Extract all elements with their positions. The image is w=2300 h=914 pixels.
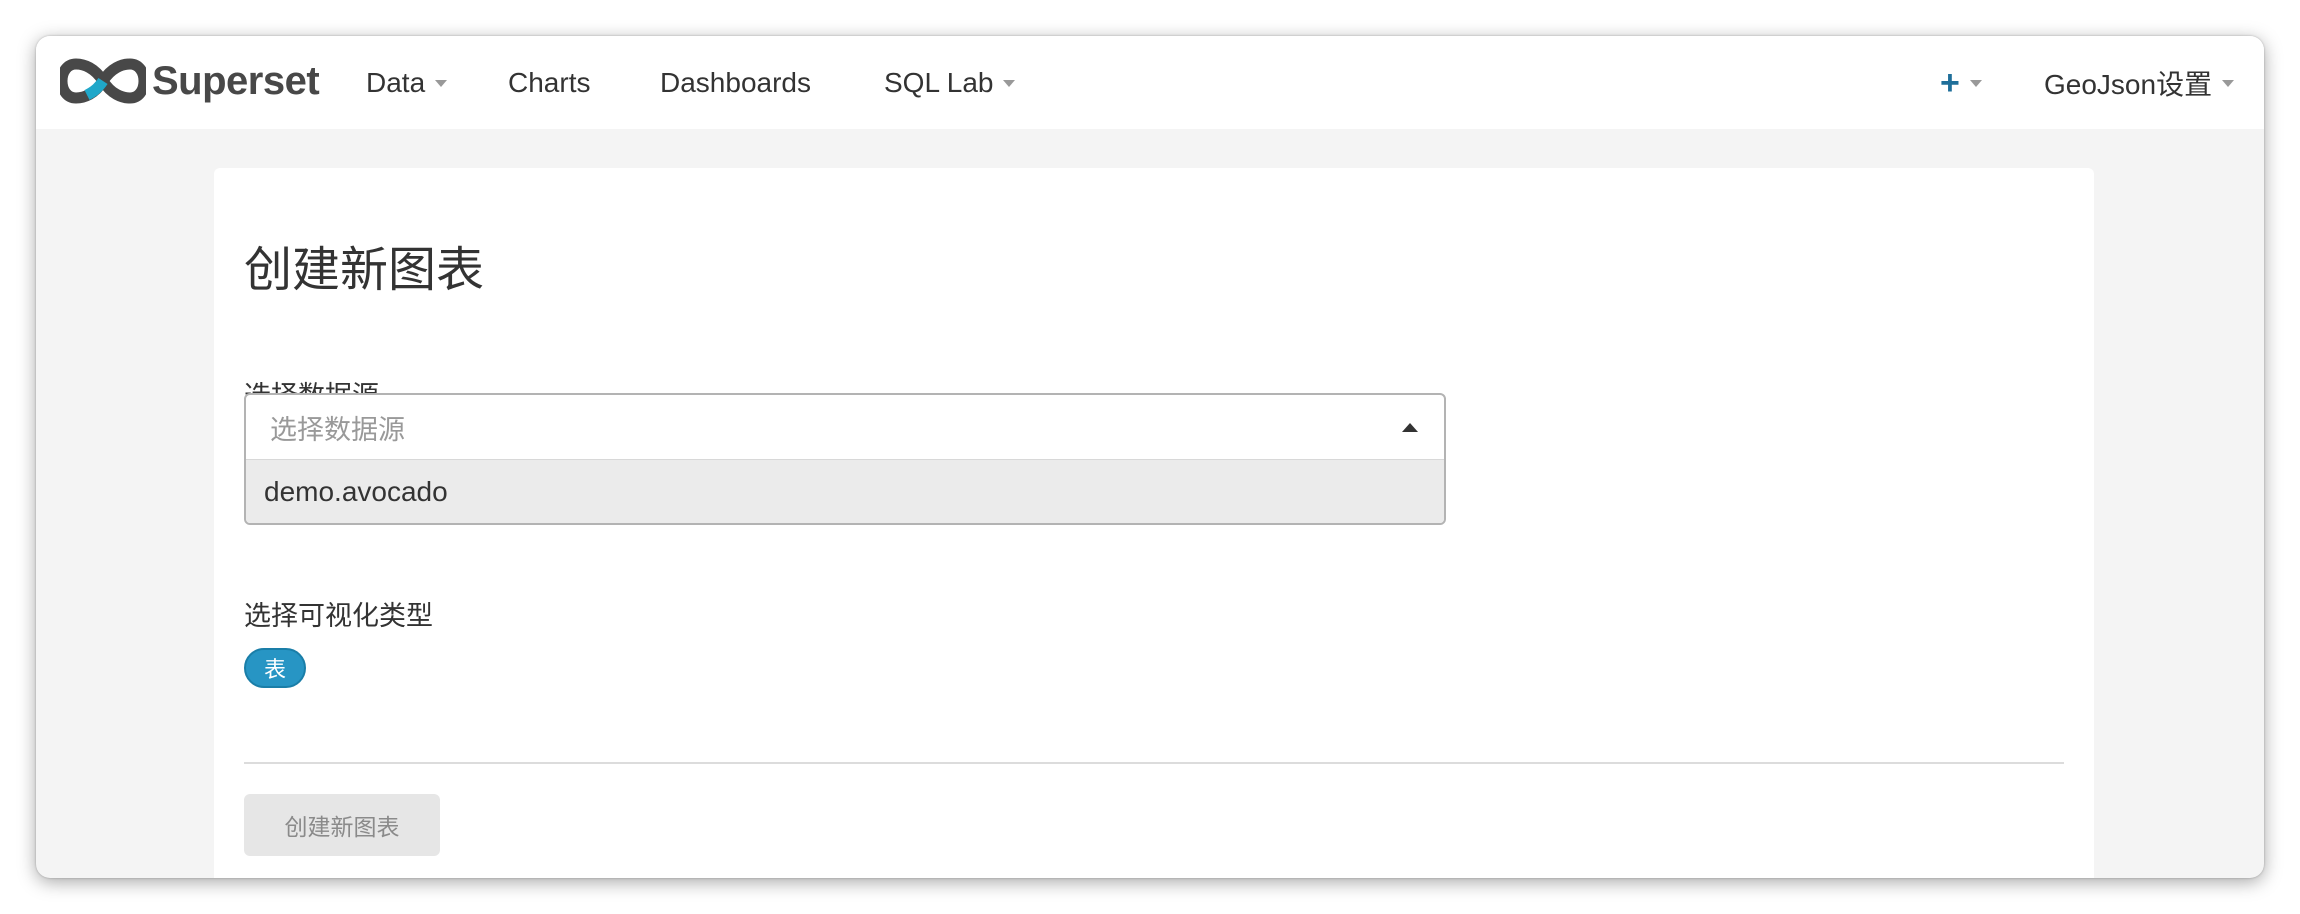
datasource-select-control[interactable]: 选择数据源 bbox=[246, 395, 1444, 460]
nav-sql-lab-label: SQL Lab bbox=[884, 66, 994, 98]
brand-name: Superset bbox=[152, 58, 320, 103]
page-title: 创建新图表 bbox=[244, 244, 485, 297]
nav-data[interactable]: Data bbox=[366, 36, 448, 129]
datasource-select[interactable]: 选择数据源 demo.avocado bbox=[244, 393, 1446, 525]
nav-dashboards-label: Dashboards bbox=[660, 66, 811, 98]
viz-type-table-button[interactable]: 表 bbox=[244, 648, 306, 688]
superset-logo-icon bbox=[60, 56, 146, 106]
nav-data-label: Data bbox=[366, 66, 426, 98]
nav-dashboards[interactable]: Dashboards bbox=[660, 36, 811, 129]
app-window: Superset Data Charts Dashboards SQL Lab … bbox=[36, 36, 2264, 878]
create-chart-panel: 创建新图表 选择数据源 选择数据源 demo.avocado 选择可视化类型 表… bbox=[214, 168, 2094, 878]
nav-charts-label: Charts bbox=[508, 66, 591, 98]
caret-down-icon bbox=[1003, 80, 1016, 87]
caret-up-icon[interactable] bbox=[1402, 423, 1418, 432]
datasource-option[interactable]: demo.avocado bbox=[246, 460, 1444, 523]
nav-sql-lab[interactable]: SQL Lab bbox=[884, 36, 1016, 129]
plus-icon: + bbox=[1940, 63, 1960, 102]
create-chart-button[interactable]: 创建新图表 bbox=[244, 794, 440, 856]
datasource-select-placeholder: 选择数据源 bbox=[270, 414, 405, 445]
top-navbar: Superset Data Charts Dashboards SQL Lab … bbox=[36, 36, 2264, 129]
caret-down-icon bbox=[2222, 80, 2235, 87]
datasource-option-label: demo.avocado bbox=[264, 475, 448, 507]
nav-charts[interactable]: Charts bbox=[508, 36, 590, 129]
caret-down-icon bbox=[1969, 80, 1982, 87]
settings-menu-label: GeoJson设置 bbox=[2044, 68, 2213, 100]
settings-menu[interactable]: GeoJson设置 bbox=[2044, 36, 2235, 129]
viz-type-label: 选择可视化类型 bbox=[244, 601, 433, 631]
brand-logo[interactable]: Superset bbox=[60, 56, 320, 106]
caret-down-icon bbox=[435, 80, 448, 87]
add-new-menu[interactable]: + bbox=[1940, 36, 1982, 129]
divider bbox=[244, 762, 2064, 764]
